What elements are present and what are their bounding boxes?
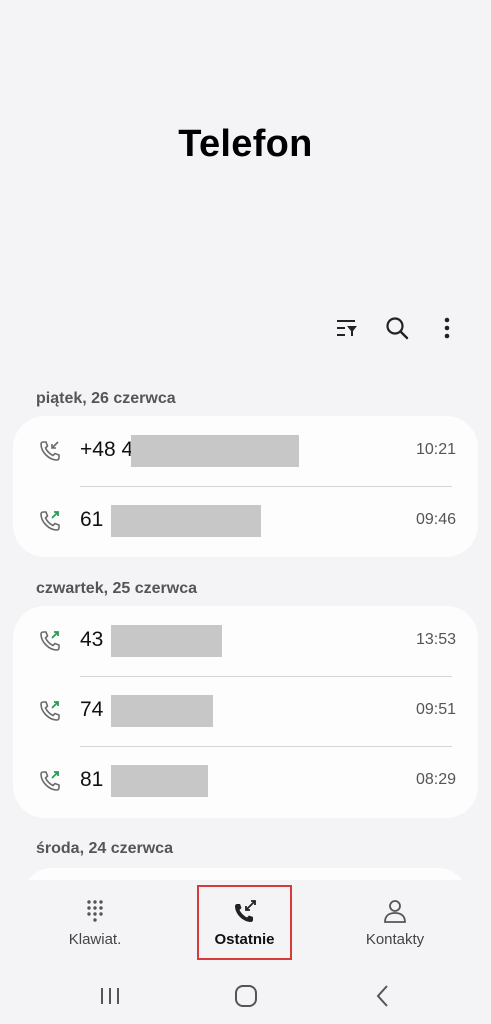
tab-contacts-label: Kontakty bbox=[365, 931, 425, 948]
redacted-number bbox=[131, 435, 299, 467]
more-vertical-icon[interactable] bbox=[433, 313, 461, 343]
toolbar bbox=[333, 313, 461, 343]
tab-keypad-label: Klawiat. bbox=[68, 931, 122, 948]
outgoing-call-icon bbox=[40, 511, 60, 531]
system-navigation-bar bbox=[0, 975, 491, 1015]
person-icon bbox=[384, 900, 406, 923]
recent-calls-icon bbox=[234, 900, 256, 922]
call-log-row[interactable]: 81 08:29 bbox=[13, 746, 478, 816]
filter-icon[interactable] bbox=[333, 313, 361, 343]
phone-number: 43 bbox=[80, 628, 104, 651]
tab-recents-label: Ostatnie bbox=[214, 931, 275, 948]
date-header: środa, 24 czerwca bbox=[36, 840, 173, 857]
redacted-number bbox=[111, 695, 213, 727]
redacted-number bbox=[111, 505, 261, 537]
call-group-card: 43 13:53 74 09:51 81 08:29 bbox=[13, 606, 478, 818]
tab-contacts[interactable]: Kontakty bbox=[325, 880, 465, 956]
phone-number: 61 bbox=[80, 508, 104, 531]
date-header: piątek, 26 czerwca bbox=[36, 390, 176, 407]
bottom-navigation: Klawiat. Ostatnie Kontakty bbox=[0, 880, 491, 960]
tab-keypad[interactable]: Klawiat. bbox=[25, 880, 165, 956]
call-group-card: +48 4 10:21 61 09:46 bbox=[13, 416, 478, 557]
outgoing-call-icon bbox=[40, 771, 60, 791]
phone-number: 81 bbox=[80, 768, 104, 791]
call-time: 10:21 bbox=[415, 441, 456, 458]
phone-number: 74 bbox=[80, 698, 104, 721]
page-title: Telefon bbox=[178, 123, 313, 165]
redacted-number bbox=[111, 625, 222, 657]
outgoing-call-icon bbox=[40, 631, 60, 651]
call-log-row[interactable]: +48 4 10:21 bbox=[13, 416, 478, 486]
search-icon[interactable] bbox=[383, 313, 411, 343]
call-time: 09:51 bbox=[415, 701, 456, 718]
back-icon[interactable] bbox=[368, 981, 398, 1011]
call-time: 13:53 bbox=[415, 631, 456, 648]
call-log-row[interactable]: 43 13:53 bbox=[13, 606, 478, 676]
incoming-call-icon bbox=[40, 441, 60, 461]
call-log-row[interactable]: 74 09:51 bbox=[13, 676, 478, 746]
call-time: 08:29 bbox=[415, 771, 456, 788]
outgoing-call-icon bbox=[40, 701, 60, 721]
tab-recents[interactable]: Ostatnie bbox=[197, 885, 292, 960]
call-log-row[interactable]: 61 09:46 bbox=[13, 486, 478, 556]
call-time: 09:46 bbox=[415, 511, 456, 528]
recent-apps-icon[interactable] bbox=[95, 981, 125, 1011]
home-icon[interactable] bbox=[231, 981, 261, 1011]
date-header: czwartek, 25 czerwca bbox=[36, 580, 197, 597]
phone-number: +48 4 bbox=[80, 438, 134, 461]
keypad-icon bbox=[87, 900, 103, 922]
redacted-number bbox=[111, 765, 208, 797]
